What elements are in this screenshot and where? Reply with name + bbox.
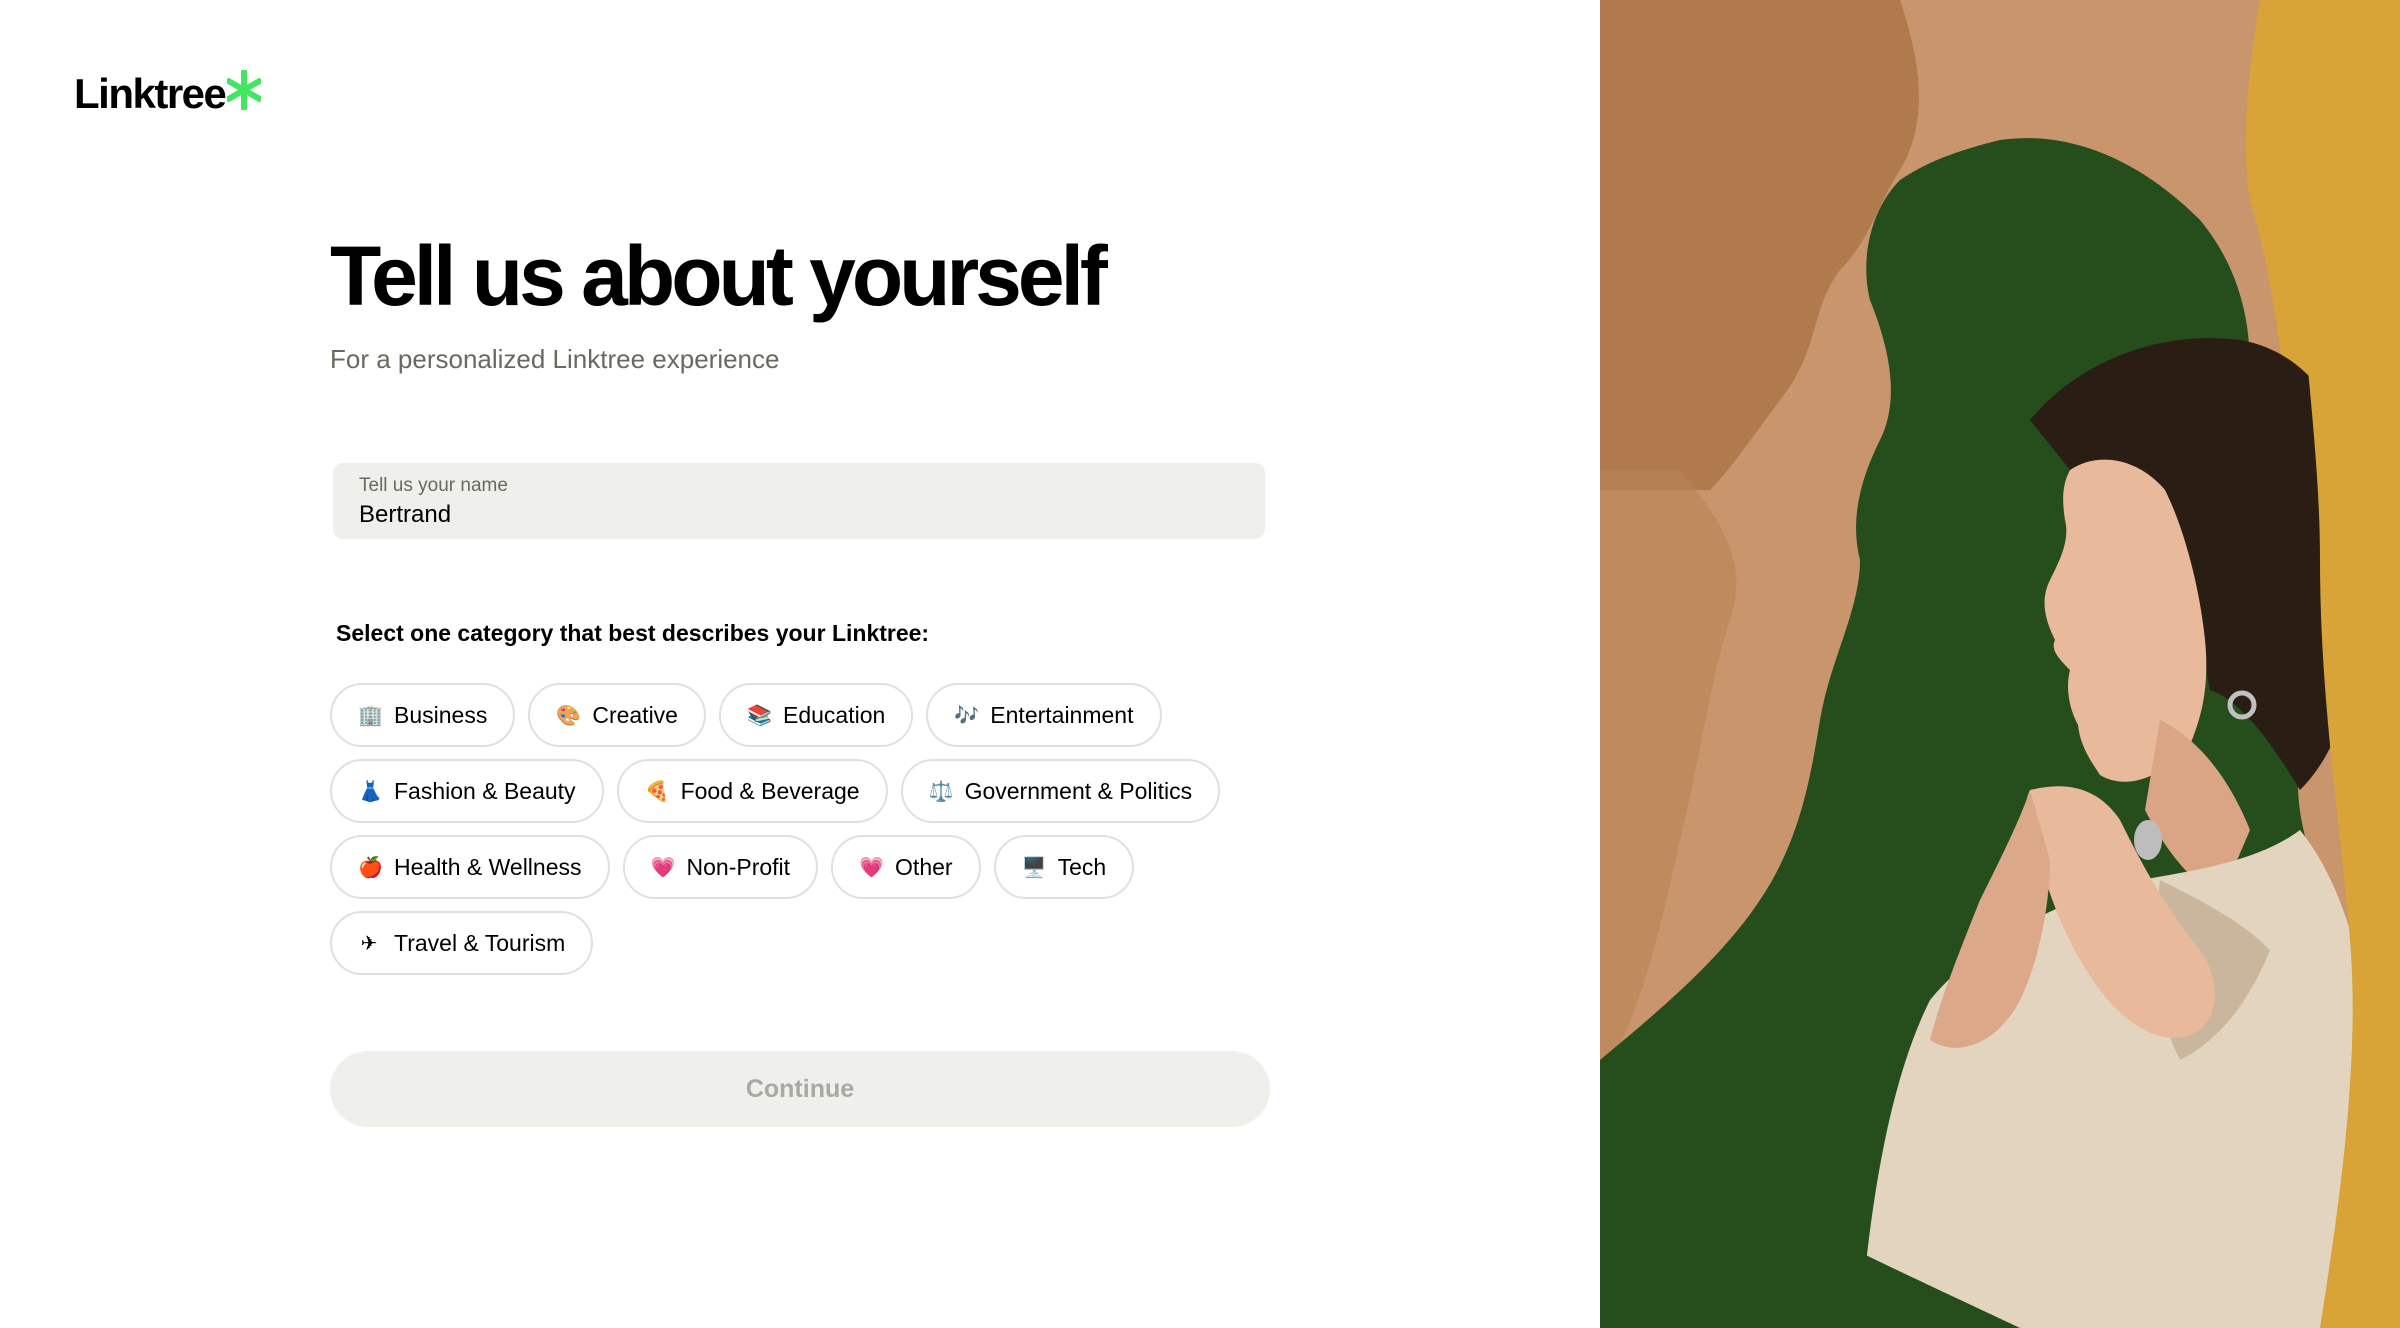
category-chip-health-wellness[interactable]: 🍎 Health & Wellness — [330, 835, 610, 899]
page-subtitle: For a personalized Linktree experience — [330, 344, 780, 374]
pizza-icon: 🍕 — [644, 779, 670, 803]
onboarding-form-pane: Linktree Tell us about yourself For a pe… — [0, 0, 1600, 1328]
category-chip-travel-tourism[interactable]: ✈ Travel & Tourism — [330, 911, 594, 975]
category-label: Other — [895, 853, 953, 880]
palette-icon: 🎨 — [556, 703, 582, 727]
category-label: Business — [394, 701, 488, 728]
heart-icon: 💗 — [650, 855, 676, 879]
hero-image-pane — [1600, 0, 2400, 1328]
name-field-label: Tell us your name — [359, 475, 508, 496]
category-row: 👗 Fashion & Beauty 🍕 Food & Beverage ⚖️ … — [330, 759, 1270, 823]
books-icon: 📚 — [746, 703, 772, 727]
category-label: Fashion & Beauty — [394, 777, 576, 804]
category-chip-other[interactable]: 💗 Other — [831, 835, 981, 899]
category-chip-fashion-beauty[interactable]: 👗 Fashion & Beauty — [330, 759, 604, 823]
airplane-icon: ✈ — [360, 931, 378, 955]
category-label: Health & Wellness — [394, 853, 582, 880]
building-icon: 🏢 — [358, 703, 383, 727]
category-chip-government-politics[interactable]: ⚖️ Government & Politics — [900, 759, 1221, 823]
scales-icon: ⚖️ — [928, 779, 954, 803]
category-chip-list: 🏢 Business 🎨 Creative 📚 Education 🎶 Ente… — [330, 683, 1270, 987]
category-chip-entertainment[interactable]: 🎶 Entertainment — [926, 683, 1162, 747]
page-title: Tell us about yourself — [330, 229, 1108, 323]
hero-collage-image — [1600, 0, 2400, 1328]
category-label: Government & Politics — [964, 777, 1193, 804]
category-label: Food & Beverage — [680, 777, 860, 804]
category-chip-non-profit[interactable]: 💗 Non-Profit — [622, 835, 819, 899]
music-notes-icon: 🎶 — [954, 703, 980, 727]
category-heading: Select one category that best describes … — [336, 620, 930, 646]
monitor-icon: 🖥️ — [1021, 855, 1047, 879]
category-chip-business[interactable]: 🏢 Business — [330, 683, 516, 747]
category-label: Education — [782, 701, 886, 728]
category-chip-food-beverage[interactable]: 🍕 Food & Beverage — [616, 759, 888, 823]
onboarding-content: Tell us about yourself For a personalize… — [330, 228, 1270, 1127]
linktree-logo[interactable]: Linktree — [74, 70, 262, 118]
category-row: ✈ Travel & Tourism — [330, 911, 1270, 975]
category-label: Non-Profit — [686, 853, 791, 880]
signup-onboarding-page: Linktree Tell us about yourself For a pe… — [0, 0, 2400, 1328]
logo-wordmark: Linktree — [74, 70, 227, 117]
category-row: 🍎 Health & Wellness 💗 Non-Profit 💗 Other… — [330, 835, 1270, 899]
apple-icon: 🍎 — [358, 855, 383, 879]
category-chip-education[interactable]: 📚 Education — [718, 683, 914, 747]
heart-icon: 💗 — [859, 855, 884, 879]
category-label: Creative — [592, 701, 678, 728]
category-row: 🏢 Business 🎨 Creative 📚 Education 🎶 Ente… — [330, 683, 1270, 747]
category-chip-tech[interactable]: 🖥️ Tech — [993, 835, 1135, 899]
category-label: Tech — [1057, 853, 1107, 880]
name-field[interactable]: Tell us your name — [333, 463, 1265, 539]
continue-button[interactable]: Continue — [330, 1051, 1270, 1127]
category-chip-creative[interactable]: 🎨 Creative — [528, 683, 706, 747]
category-label: Entertainment — [990, 701, 1134, 728]
category-label: Travel & Tourism — [394, 929, 566, 956]
dress-icon: 👗 — [358, 779, 383, 803]
name-input[interactable] — [359, 501, 1239, 529]
asterisk-logo-icon — [227, 70, 262, 110]
